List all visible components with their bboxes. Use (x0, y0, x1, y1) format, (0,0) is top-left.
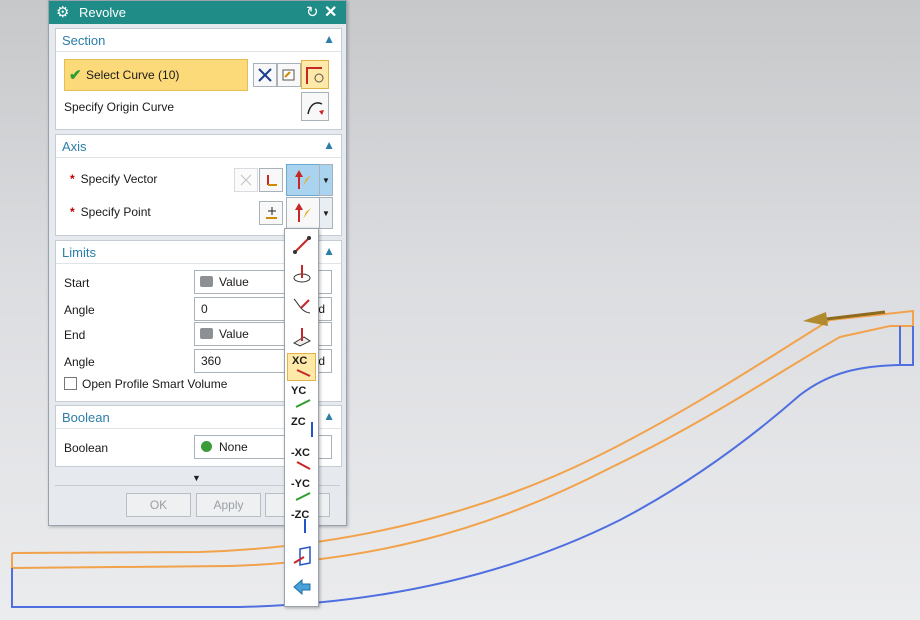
edge-curve-vector-item[interactable] (287, 291, 316, 319)
sketch-section-button[interactable] (277, 63, 301, 87)
neg-xc-vector-item[interactable]: -XC (287, 446, 316, 474)
boolean-none-icon (201, 441, 212, 452)
point-type-dropdown[interactable]: ▼ (319, 197, 333, 229)
curve-rule-button[interactable] (253, 63, 277, 87)
inferred-vector-button[interactable] (286, 164, 320, 196)
chevron-up-icon[interactable]: ▲ (323, 244, 335, 258)
view-direction-item[interactable] (287, 542, 316, 570)
xc-vector-item[interactable]: XC (287, 353, 316, 381)
open-profile-label: Open Profile Smart Volume (82, 377, 228, 391)
end-label: End (64, 328, 86, 342)
gear-icon[interactable]: ⚙ (56, 3, 69, 21)
back-arrow-item[interactable] (287, 573, 316, 601)
reverse-icon (240, 174, 252, 186)
reset-icon[interactable]: ↻ (306, 3, 319, 21)
vector-dialog-icon (267, 175, 277, 186)
value-icon (200, 328, 213, 339)
start-label: Start (64, 276, 90, 290)
point-dialog-icon (266, 207, 277, 219)
vector-dialog-button[interactable] (259, 168, 283, 192)
vector-type-dropdown[interactable]: ▼ (319, 164, 333, 196)
curve-select-icon (306, 66, 324, 84)
zc-vector-item[interactable]: ZC (287, 415, 316, 443)
more-options-icon[interactable]: ▼ (192, 473, 201, 483)
axis-title: Axis (62, 139, 87, 154)
ok-button[interactable]: OK (126, 493, 191, 517)
back-arrow-icon (292, 578, 310, 596)
select-curve-label: Select Curve (10) (86, 68, 180, 82)
value-icon (200, 276, 213, 287)
angle-start-label: Angle (64, 303, 95, 317)
limits-title: Limits (62, 245, 96, 260)
boolean-title: Boolean (62, 410, 110, 425)
open-profile-checkbox[interactable] (64, 377, 77, 390)
face-normal-icon (292, 328, 311, 347)
blue-arrow-icon (304, 519, 306, 533)
check-icon: ✔ (69, 67, 82, 84)
point-dialog-button[interactable] (259, 201, 283, 225)
two-points-icon (292, 236, 311, 254)
red-arrow-icon (296, 461, 311, 470)
origin-curve-button[interactable] (301, 92, 329, 121)
close-icon[interactable]: ✕ (324, 2, 337, 22)
inferred-point-icon (295, 203, 311, 222)
red-arrow-icon (296, 369, 311, 377)
green-arrow-icon (295, 399, 311, 408)
section-group: Section ▲ ✔ Select Curve (10) Specify Or… (55, 28, 342, 130)
cross-curve-icon (258, 68, 272, 82)
neg-zc-vector-item[interactable]: -ZC (287, 508, 316, 536)
select-curve-row[interactable]: ✔ Select Curve (10) (64, 59, 248, 91)
blue-arrow-icon (311, 422, 313, 437)
section-title: Section (62, 33, 106, 48)
boolean-label: Boolean (64, 441, 109, 455)
chevron-up-icon[interactable]: ▲ (323, 32, 335, 46)
inferred-point-button[interactable] (286, 197, 320, 229)
curve-button[interactable] (301, 60, 329, 89)
dialog-title: Revolve (79, 5, 126, 20)
origin-curve-icon (307, 101, 324, 115)
vector-type-palette: XC YC ZC -XC -YC -ZC (284, 228, 319, 607)
reverse-direction-button[interactable] (234, 168, 258, 192)
angle-end-label: Angle (64, 355, 95, 369)
origin-curve-label: Specify Origin Curve (64, 100, 175, 114)
axis-group: Axis ▲ * Specify Vector ▼ * Specify Point … (55, 134, 342, 236)
angle-vector-icon (293, 265, 310, 283)
green-arrow-icon (295, 492, 311, 501)
face-normal-vector-item[interactable] (287, 322, 316, 350)
specify-vector-label: * Specify Vector (70, 172, 158, 186)
neg-yc-vector-item[interactable]: -YC (287, 477, 316, 505)
section-header[interactable]: Section ▲ (56, 29, 341, 52)
inferred-vector-icon (295, 170, 311, 189)
chevron-up-icon[interactable]: ▲ (323, 138, 335, 152)
apply-button[interactable]: Apply (196, 493, 261, 517)
yc-vector-item[interactable]: YC (287, 384, 316, 412)
title-bar: ⚙ Revolve ↻ ✕ (49, 1, 346, 24)
specify-point-label: * Specify Point (70, 205, 151, 219)
axis-header[interactable]: Axis ▲ (56, 135, 341, 158)
two-points-vector-item[interactable] (287, 230, 316, 258)
sketch-icon (282, 69, 295, 81)
chevron-up-icon[interactable]: ▲ (323, 409, 335, 423)
view-direction-icon (292, 546, 311, 566)
angle-to-xc-item[interactable] (287, 260, 316, 288)
edge-curve-icon (293, 298, 310, 314)
